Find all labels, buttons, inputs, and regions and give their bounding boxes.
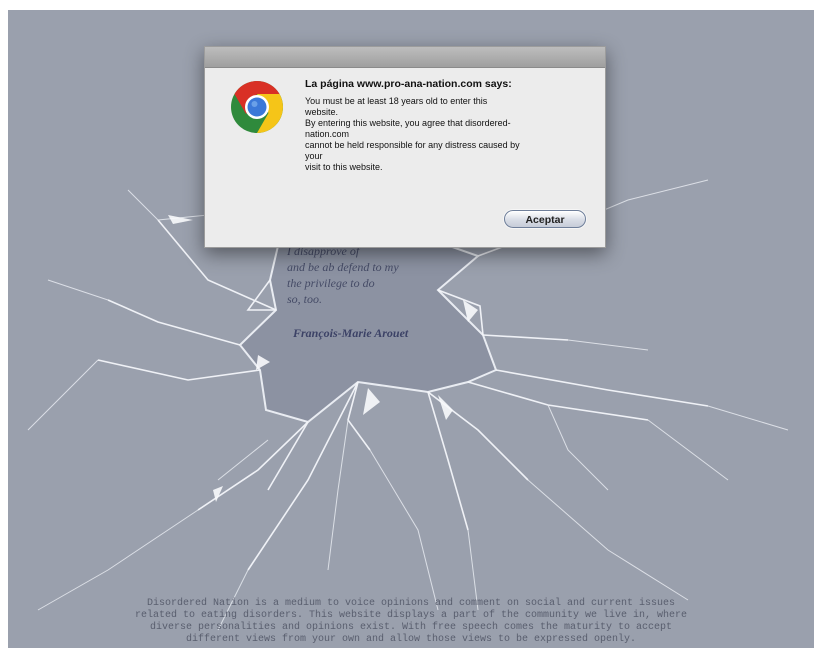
message-line: visit to this website. [305, 162, 383, 172]
dialog-titlebar[interactable] [205, 47, 605, 68]
message-line: cannot be held responsible for any distr… [305, 140, 520, 150]
message-line: website. [305, 107, 339, 117]
description-line: Disordered Nation is a medium to voice o… [146, 598, 676, 609]
dialog-message: You must be at least 18 years old to ent… [305, 96, 590, 173]
quote-line: so, too. [287, 292, 323, 306]
quote-line: and be ab defend to my [287, 260, 399, 274]
quote-author: François-Marie Arouet [293, 326, 409, 340]
quote-text: I disapprove of and be ab defend to my t… [287, 243, 437, 307]
message-line: By entering this website, you agree that… [305, 118, 511, 128]
message-line: your [305, 151, 323, 161]
description-line: related to eating disorders. This websit… [134, 610, 688, 621]
quote-line: the privilege to do [287, 276, 375, 290]
accept-button[interactable]: Aceptar [504, 210, 586, 228]
chrome-icon [231, 81, 283, 133]
message-line: You must be at least 18 years old to ent… [305, 96, 488, 106]
message-line: nation.com [305, 129, 350, 139]
alert-dialog: La página www.pro-ana-nation.com says: Y… [204, 46, 606, 248]
dialog-heading: La página www.pro-ana-nation.com says: [305, 78, 512, 90]
site-description: Disordered Nation is a medium to voice o… [8, 598, 814, 646]
description-line: different views from your own and allow … [185, 634, 637, 645]
description-line: diverse personalities and opinions exist… [149, 622, 673, 633]
